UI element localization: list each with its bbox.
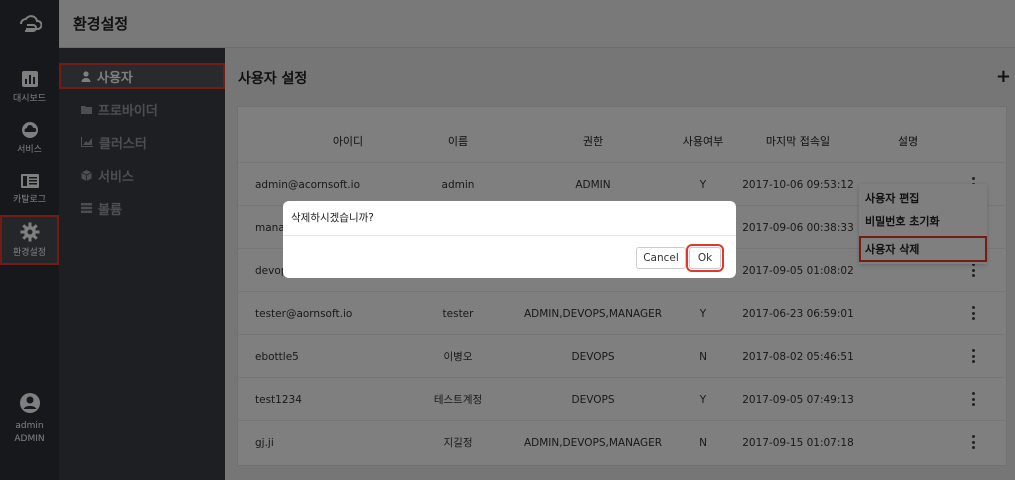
ok-button[interactable]: Ok [686,244,724,272]
dialog-message: 삭제하시겠습니까? [291,212,374,224]
cancel-button[interactable]: Cancel [636,247,686,269]
dialog-divider [283,235,736,236]
confirm-dialog: 삭제하시겠습니까? Cancel Ok [283,201,736,278]
